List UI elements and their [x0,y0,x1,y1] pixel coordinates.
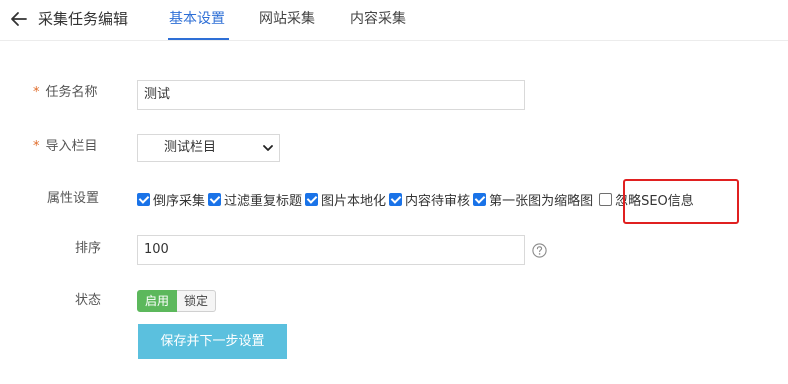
header-bar: 采集任务编辑 基本设置 网站采集 内容采集 [0,0,788,41]
checkbox-label: 倒序采集 [153,193,206,209]
help-question-icon[interactable] [532,243,547,258]
task-name-input[interactable]: 测试 [137,80,525,110]
tab-website-collection[interactable]: 网站采集 [259,9,315,29]
checkbox-label: 过滤重复标题 [224,193,303,209]
checkbox-label: 图片本地化 [321,193,387,209]
tab-content-collection[interactable]: 内容采集 [350,9,406,29]
import-column-selected: 测试栏目 [164,140,217,155]
status-toggle: 启用 锁定 [137,290,217,312]
status-enabled-button[interactable]: 启用 [137,290,178,312]
status-label: 状态 [75,293,102,308]
attributes-label: 属性设置 [47,191,100,206]
checkbox-label: 第一张图为缩略图 [489,193,594,209]
active-tab-indicator [168,38,229,40]
import-column-label: * 导入栏目 [33,138,98,156]
back-arrow-icon[interactable] [9,9,29,29]
task-name-label: * 任务名称 [33,84,98,102]
tab-basic-settings[interactable]: 基本设置 [169,9,225,29]
checkbox-filter-duplicate-titles[interactable]: 过滤重复标题 [208,190,302,209]
checkbox-checked-icon[interactable] [389,192,403,206]
import-column-label-text: 导入栏目 [45,139,98,154]
checkbox-label: 内容待审核 [405,193,471,209]
checkbox-unchecked-icon[interactable] [599,192,613,206]
attributes-checkbox-group: 倒序采集 过滤重复标题 图片本地化 内容待审核 第一张图为缩略图 忽略SEO信息 [137,189,697,209]
import-column-select[interactable]: 测试栏目 [137,134,280,162]
page-title: 采集任务编辑 [38,10,129,28]
sort-input[interactable]: 100 [137,235,525,265]
highlight-annotation-box [623,179,739,224]
task-name-label-text: 任务名称 [45,85,98,100]
required-mark: * [33,85,40,100]
checkbox-first-image-thumbnail[interactable]: 第一张图为缩略图 [473,190,593,209]
checkbox-checked-icon[interactable] [473,192,487,206]
checkbox-checked-icon[interactable] [305,192,319,206]
checkbox-reverse-collect[interactable]: 倒序采集 [137,190,205,209]
status-locked-button[interactable]: 锁定 [177,290,217,312]
required-mark: * [33,139,40,154]
save-and-next-button[interactable]: 保存并下一步设置 [138,324,287,359]
checkbox-content-pending-review[interactable]: 内容待审核 [389,190,470,209]
checkbox-localize-images[interactable]: 图片本地化 [305,190,386,209]
sort-label: 排序 [75,241,102,256]
checkbox-checked-icon[interactable] [208,192,222,206]
checkbox-checked-icon[interactable] [137,192,150,206]
chevron-down-icon [263,145,273,151]
